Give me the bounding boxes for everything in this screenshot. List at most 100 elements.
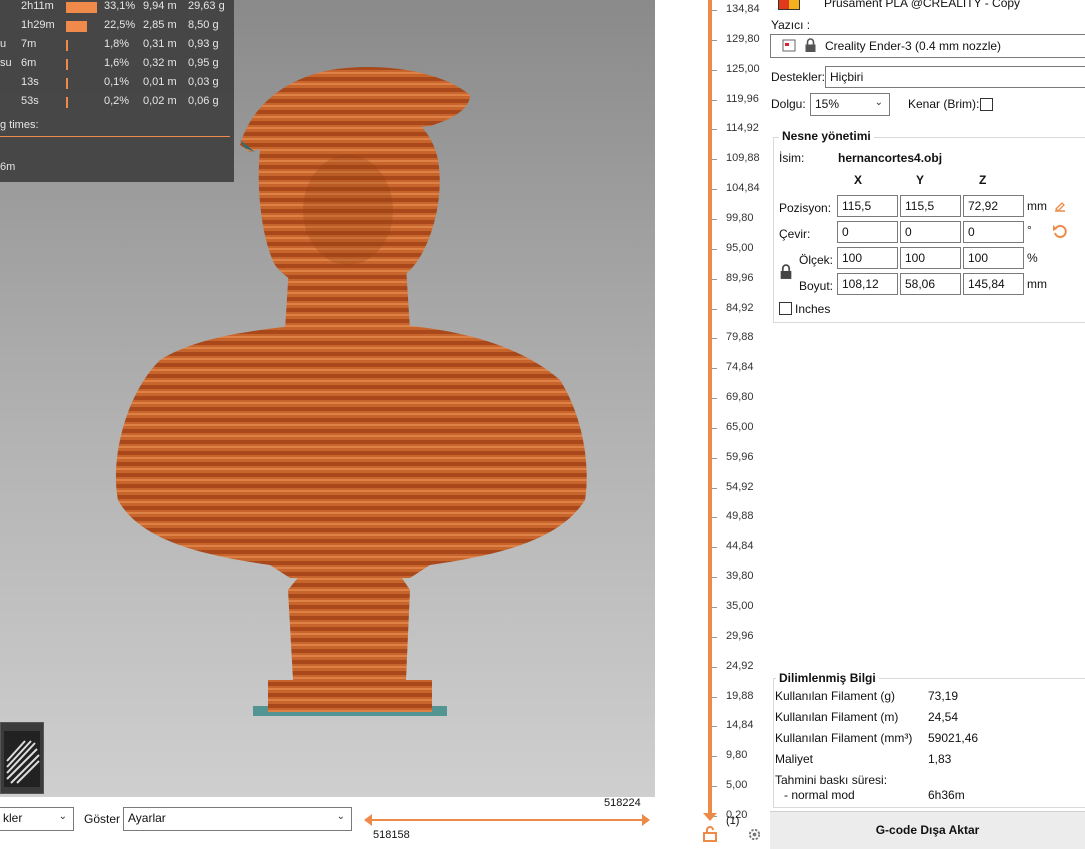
legend-weight: 0,06 g [188,95,219,107]
layer-slider-track[interactable] [708,0,712,814]
scale-x-value: 100 [842,251,863,265]
chevron-down-icon: ⌄ [336,811,345,822]
layer-tick [712,10,717,11]
slider-bottom-handle[interactable] [703,813,717,821]
preview-bottom-bar: kler ⌄ Göster Ayarlar ⌄ 518224 518158 [0,797,770,849]
legend-weight: 0,95 g [188,57,219,69]
layer-height-label: 5,00 [726,779,748,792]
legend-weight: 29,63 g [188,0,225,12]
supports-combo[interactable]: Hiçbiri [825,66,1085,88]
export-gcode-button[interactable]: G-code Dışa Aktar [770,811,1085,849]
printer-combo[interactable]: Creality Ender-3 (0.4 mm nozzle) [770,34,1085,58]
layer-height-label: 79,88 [726,331,754,344]
brim-checkbox[interactable] [980,98,993,111]
scale-y-value: 100 [905,251,926,265]
rotate-z-input[interactable]: 0 [963,221,1024,243]
sliced-info-label: Kullanılan Filament (g) [775,689,896,703]
layer-tick [712,248,717,250]
sliced-info-value: 1,83 [928,752,952,766]
print-statistics-legend: 2h11m 33,1% 9,94 m 29,63 g 1h29m 22,5% 2,85 m 8… [0,0,234,182]
legend-length: 0,32 m [143,57,177,69]
horizontal-move-slider[interactable] [364,814,650,826]
size-y-input[interactable]: 58,06 [900,273,961,295]
slider-left-handle[interactable] [364,814,372,826]
layer-tick [712,786,717,788]
layer-tick [712,457,717,459]
edit-icon[interactable] [1053,199,1067,213]
legend-bar [66,97,68,108]
printer-name: Creality Ender-3 (0.4 mm nozzle) [825,39,1002,53]
legend-time-value: 6m [0,161,16,173]
size-z-value: 145,84 [968,277,1005,291]
printer-icon [782,39,796,52]
scale-x-input[interactable]: 100 [837,247,898,269]
size-label: Boyut: [799,279,834,293]
show-combo[interactable]: Ayarlar ⌄ [123,807,352,831]
legend-bar [66,2,97,13]
undo-icon[interactable] [1052,223,1068,239]
layer-height-label: 49,88 [726,510,754,523]
rotate-x-input[interactable]: 0 [837,221,898,243]
layer-tick [712,636,717,638]
legend-weight: 8,50 g [188,19,219,31]
legend-row: su 6m 1,6% 0,32 m 0,95 g [0,57,234,73]
layer-height-label: 69,80 [726,391,754,404]
layer-height-slider[interactable]: 134,84 129,80 125,00 119,96 114,92 109,88 104,… [690,0,770,849]
printer-label: Yazıcı : [771,18,811,32]
layer-height-label: 104,84 [726,182,760,195]
hslider-top-value: 518224 [604,797,641,809]
infill-combo[interactable]: 15% ⌄ [810,93,890,116]
layer-height-label: 99,80 [726,211,754,224]
position-z-input[interactable]: 72,92 [963,195,1024,217]
layer-tick [712,308,717,310]
layer-height-label: 19,88 [726,689,754,702]
layer-tick [712,726,717,728]
legend-row: 1h29m 22,5% 2,85 m 8,50 g [0,19,234,35]
position-x-input[interactable]: 115,5 [837,195,898,217]
layer-tick [712,547,717,549]
filament-name[interactable]: Prusament PLA @CREALITY - Copy [824,0,1020,10]
size-z-input[interactable]: 145,84 [963,273,1024,295]
layers-view-toggle[interactable] [0,722,44,794]
layer-tick [712,756,717,758]
lock-icon[interactable] [702,826,718,842]
layer-tick [712,338,717,340]
slider-right-handle[interactable] [642,814,650,826]
layer-height-label: 109,88 [726,152,760,165]
size-unit: mm [1027,277,1047,291]
legend-bar [66,21,87,32]
infill-label: Dolgu: [771,97,806,111]
column-z-header: Z [979,173,987,187]
size-x-input[interactable]: 108,12 [837,273,898,295]
legend-bar [66,59,68,70]
layer-tick [712,398,717,400]
layer-tick [712,159,717,161]
layer-tick [712,129,717,131]
scale-y-input[interactable]: 100 [900,247,961,269]
layer-tick [712,607,717,608]
brim-label: Kenar (Brim): [908,97,980,111]
inches-checkbox[interactable] [779,302,792,315]
layer-height-label: 54,92 [726,480,754,493]
rotate-label: Çevir: [779,227,811,241]
layer-count: (1) [726,815,740,827]
layer-tick [712,39,717,41]
3d-viewport[interactable]: 2h11m 33,1% 9,94 m 29,63 g 1h29m 22,5% 2,85 m 8… [0,0,655,797]
legend-time: 7m [21,38,37,50]
column-x-header: X [854,173,863,187]
position-x-value: 115,5 [842,199,872,213]
scale-z-input[interactable]: 100 [963,247,1024,269]
rotate-y-input[interactable]: 0 [900,221,961,243]
legend-row: 53s 0,2% 0,02 m 0,06 g [0,95,234,111]
scale-z-value: 100 [968,251,989,265]
view-type-combo[interactable]: kler ⌄ [0,807,74,831]
settings-icon[interactable] [747,827,762,842]
sliced-info-title: Dilimlenmiş Bilgi [776,671,879,685]
legend-row: 2h11m 33,1% 9,94 m 29,63 g [0,0,234,16]
layer-height-label: 95,00 [726,241,754,254]
position-y-input[interactable]: 115,5 [900,195,961,217]
layer-height-label: 74,84 [726,361,754,374]
lock-icon[interactable] [779,264,793,280]
filament-color-swatch[interactable] [778,0,800,10]
layer-tick [712,368,717,370]
